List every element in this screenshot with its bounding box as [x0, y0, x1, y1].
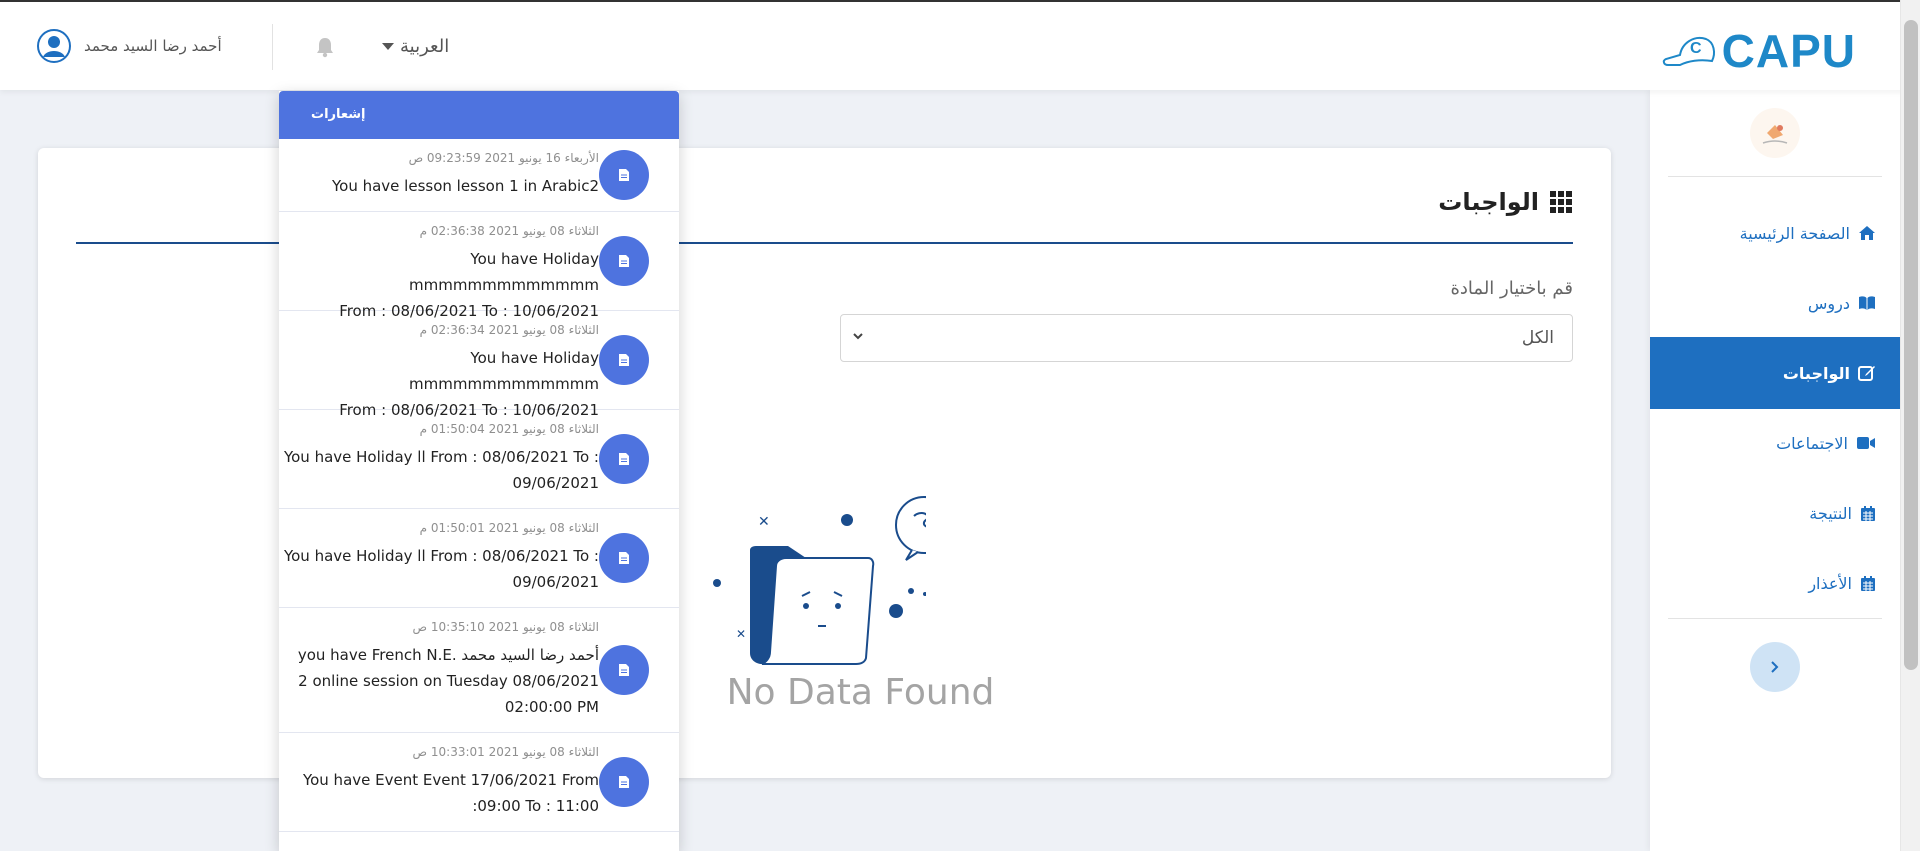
user-name: أحمد رضا السيد محمد	[84, 37, 222, 55]
calendar-icon	[1861, 505, 1875, 521]
sidebar-divider	[1668, 176, 1882, 177]
document-icon	[599, 533, 649, 583]
notification-line: 09/06/2021	[512, 474, 599, 492]
notification-item[interactable]: الثلاثاء 08 يونيو 2021 02:36:34 م You ha…	[279, 311, 679, 419]
video-icon	[1857, 437, 1875, 449]
caret-down-icon	[382, 43, 394, 50]
document-icon	[599, 434, 649, 484]
notification-date: الثلاثاء 08 يونيو 2021 10:35:10 ص	[412, 620, 599, 634]
subject-select-value: الكل	[1521, 328, 1554, 348]
notification-item[interactable]: الثلاثاء 08 يونيو 2021 02:36:38 م You ha…	[279, 212, 679, 320]
subject-label: قم باختيار المادة	[1450, 278, 1573, 299]
notification-date: الثلاثاء 08 يونيو 2021 10:33:01 ص	[412, 745, 599, 759]
logo-text: CAPU	[1721, 25, 1856, 77]
notification-message: You have Holiday ll From : 08/06/2021 To…	[279, 543, 599, 595]
empty-folder-illustration: ✕ ✕	[713, 496, 926, 665]
edit-icon	[1858, 366, 1875, 381]
calendar-icon	[1861, 575, 1875, 591]
svg-text:✕: ✕	[758, 514, 770, 530]
notification-line: :09:00 To : 11:00	[472, 797, 599, 815]
sidebar-item-label: النتيجة	[1809, 503, 1852, 523]
notification-line: You have lesson lesson 1 in Arabic2	[331, 177, 599, 195]
capu-logo[interactable]: C CAPU	[1660, 24, 1856, 78]
notification-line: 09/06/2021	[512, 573, 599, 591]
notification-line: You have Holiday ll From : 08/06/2021 To…	[283, 448, 599, 466]
book-icon	[1859, 296, 1875, 310]
sidebar-item-results[interactable]: النتيجة	[1650, 477, 1900, 549]
cap-logo-icon: C	[1662, 37, 1715, 66]
empty-state-text: No Data Found	[726, 672, 995, 713]
notification-line: 02:00:00 PM	[504, 698, 599, 716]
notification-message: You have Holiday ll From : 08/06/2021 To…	[279, 444, 599, 496]
notification-line: You have Holiday mmmmmmmmmmmmm	[409, 349, 599, 393]
document-icon	[599, 335, 649, 385]
svg-text:C: C	[1690, 40, 1702, 57]
sidebar-collapse-button[interactable]	[1750, 642, 1800, 692]
notification-item[interactable]: الثلاثاء 08 يونيو 2021 10:35:10 ص you ha…	[279, 608, 679, 733]
notification-line: you have French N.E. أحمد رضا السيد محمد	[297, 646, 599, 664]
sidebar-item-lessons[interactable]: دروس	[1650, 267, 1900, 339]
sidebar-item-excuses[interactable]: الأعذار	[1650, 547, 1900, 619]
user-menu[interactable]: أحمد رضا السيد محمد	[36, 28, 222, 64]
sidebar: الصفحة الرئيسية دروس الواجبات الاجتماعات…	[1650, 90, 1900, 851]
notification-line: 2 online session on Tuesday 08/06/2021	[298, 672, 599, 690]
sidebar-item-meetings[interactable]: الاجتماعات	[1650, 407, 1900, 479]
notification-item[interactable]: الثلاثاء 08 يونيو 2021 01:50:04 م You ha…	[279, 410, 679, 509]
notification-date: الثلاثاء 08 يونيو 2021 02:36:34 م	[419, 323, 599, 337]
chevron-down-icon	[853, 333, 863, 340]
sidebar-item-label: الاجتماعات	[1776, 433, 1848, 453]
user-avatar-icon	[37, 29, 71, 63]
notifications-dropdown: إشعارات الأربعاء 16 يونيو 2021 09:23:59 …	[279, 91, 679, 851]
home-icon	[1859, 226, 1875, 240]
document-icon	[599, 150, 649, 200]
notification-item[interactable]: الثلاثاء 08 يونيو 2021 10:33:01 ص You ha…	[279, 733, 679, 832]
sidebar-item-label: الواجبات	[1782, 363, 1850, 383]
notifications-bell-icon[interactable]	[315, 36, 335, 62]
subject-select[interactable]: الكل	[840, 314, 1573, 362]
school-logo	[1750, 108, 1800, 158]
notification-line: You have Event Event 17/06/2021 From	[302, 771, 599, 789]
sidebar-divider	[1668, 618, 1882, 619]
document-icon	[599, 236, 649, 286]
scrollbar-thumb[interactable]	[1904, 20, 1918, 670]
svg-text:✕: ✕	[736, 627, 746, 641]
document-icon	[599, 645, 649, 695]
sidebar-item-home[interactable]: الصفحة الرئيسية	[1650, 197, 1900, 269]
notification-item[interactable]: الأربعاء 16 يونيو 2021 09:23:59 ص You ha…	[279, 139, 679, 212]
page-title-wrap: الواجبات	[1438, 188, 1573, 216]
topbar-divider	[272, 24, 273, 70]
sidebar-item-label: الصفحة الرئيسية	[1739, 223, 1850, 243]
top-bar: أحمد رضا السيد محمد العربية C CAPU	[0, 0, 1920, 90]
page-scrollbar[interactable]	[1900, 0, 1920, 851]
notification-date: الثلاثاء 08 يونيو 2021 01:50:04 م	[419, 422, 599, 436]
chevron-right-icon	[1771, 661, 1779, 673]
notifications-header: إشعارات	[279, 91, 679, 139]
sidebar-item-label: دروس	[1807, 293, 1850, 313]
notification-date: الثلاثاء 08 يونيو 2021 02:36:38 م	[419, 224, 599, 238]
language-selector[interactable]: العربية	[382, 36, 449, 57]
notification-message: you have French N.E. أحمد رضا السيد محمد…	[279, 642, 599, 720]
notification-line: You have Holiday mmmmmmmmmmmmm	[409, 250, 599, 294]
sidebar-item-homework[interactable]: الواجبات	[1650, 337, 1900, 409]
notification-message: You have Event Event 17/06/2021 From :09…	[279, 767, 599, 819]
sidebar-item-label: الأعذار	[1808, 573, 1852, 593]
page-title: الواجبات	[1438, 188, 1539, 216]
notification-message: You have lesson lesson 1 in Arabic2	[279, 173, 599, 199]
document-icon	[599, 757, 649, 807]
notification-date: الأربعاء 16 يونيو 2021 09:23:59 ص	[408, 151, 599, 165]
language-label: العربية	[400, 36, 450, 57]
homework-card: الواجبات قم باختيار المادة الكل ✕ ✕ No D…	[38, 148, 1611, 778]
notification-line: You have Holiday ll From : 08/06/2021 To…	[283, 547, 599, 565]
grid-icon	[1550, 191, 1572, 213]
notification-date: الثلاثاء 08 يونيو 2021 01:50:01 م	[419, 521, 599, 535]
notification-item[interactable]: الثلاثاء 08 يونيو 2021 01:50:01 م You ha…	[279, 509, 679, 608]
school-logo-icon	[1762, 125, 1788, 144]
